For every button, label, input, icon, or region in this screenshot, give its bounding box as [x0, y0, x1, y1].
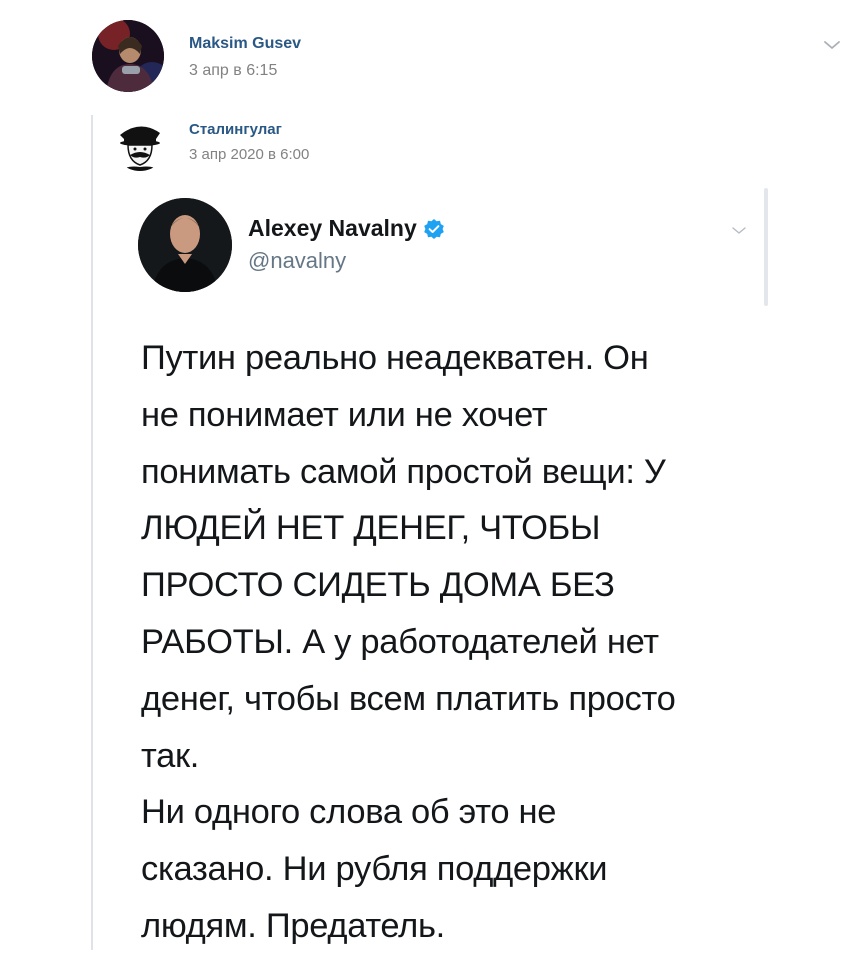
tweet-text-line: Ни одного слова об это не — [141, 793, 557, 832]
tweet-text-line: сказано. Ни рубля поддержки — [141, 850, 608, 889]
tweet-text-line: Путин реально неадекватен. Он — [141, 339, 649, 377]
author-name-link[interactable]: Maksim Gusev — [189, 35, 301, 53]
chevron-down-icon[interactable] — [820, 33, 844, 57]
repost-avatar[interactable] — [112, 115, 168, 171]
tweet-name-row: Alexey Navalny — [248, 215, 445, 242]
tweet-avatar-image — [138, 198, 232, 292]
tweet-text-line: так. — [141, 736, 200, 775]
scrollbar[interactable] — [764, 188, 768, 306]
repost-avatar-image — [112, 115, 168, 171]
verified-badge-icon — [423, 218, 445, 240]
repost-date[interactable]: 3 апр 2020 в 6:00 — [189, 146, 309, 163]
tweet-author-name: Alexey Navalny — [248, 215, 417, 241]
tweet-text: Путин реально неадекватен. Он не понимае… — [141, 330, 741, 955]
tweet-text-line: РАБОТЫ. А у работодателей нет — [141, 622, 659, 661]
post-date[interactable]: 3 апр в 6:15 — [189, 62, 277, 80]
author-avatar[interactable] — [92, 20, 164, 92]
tweet-text-line: ПРОСТО СИДЕТЬ ДОМА БЕЗ — [141, 566, 615, 605]
tweet-text-line: денег, чтобы всем платить просто — [141, 679, 676, 718]
tweet-text-line: людям. Предатель. — [141, 906, 445, 945]
tweet-avatar — [138, 198, 232, 292]
tweet-text-line: понимать самой простой вещи: У — [141, 452, 666, 491]
tweet-text-line: не понимает или не хочет — [141, 395, 548, 434]
tweet-chevron-down-icon — [729, 220, 749, 240]
tweet-text-line: ЛЮДЕЙ НЕТ ДЕНЕГ, ЧТОБЫ — [141, 509, 601, 548]
tweet-author-handle: @navalny — [248, 248, 347, 273]
vk-post: Maksim Gusev 3 апр в 6:15 Сталингулаг 3 … — [0, 0, 864, 950]
author-avatar-image — [92, 20, 164, 92]
repost-author-link[interactable]: Сталингулаг — [189, 121, 282, 138]
repost-divider — [91, 115, 93, 950]
